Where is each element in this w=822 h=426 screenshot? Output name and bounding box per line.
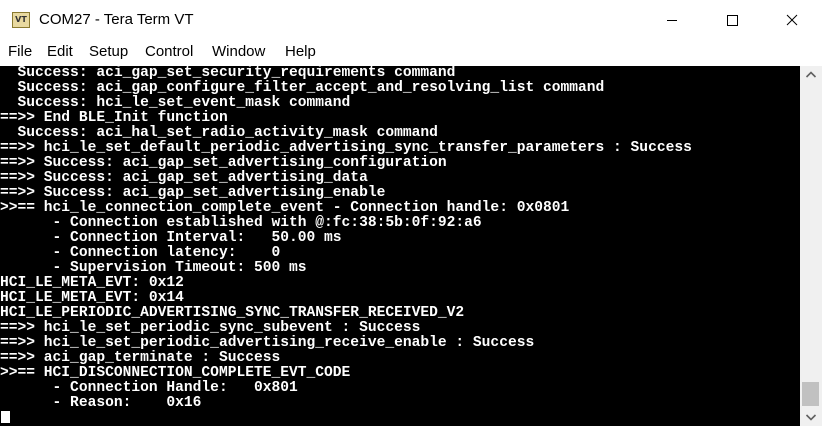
terminal-line: ==>> End BLE_Init function — [0, 110, 228, 126]
tera-term-window: VT COM27 - Tera Term VT File Edit Setup … — [0, 0, 822, 426]
terminal-output[interactable]: Success: aci_gap_set_security_requiremen… — [0, 66, 800, 426]
terminal-line: - Supervision Timeout: 500 ms — [0, 260, 307, 276]
terminal-line: Success: aci_gap_configure_filter_accept… — [0, 80, 605, 96]
terminal-line: - Connection Interval: 50.00 ms — [0, 230, 342, 246]
terminal-line: Success: aci_gap_set_security_requiremen… — [0, 66, 456, 81]
menu-bar: File Edit Setup Control Window Help — [0, 40, 822, 64]
vertical-scrollbar[interactable] — [800, 66, 822, 426]
maximize-button[interactable] — [702, 0, 762, 40]
terminal-line: Success: aci_hal_set_radio_activity_mask… — [0, 125, 438, 141]
menu-file[interactable]: File — [8, 43, 32, 61]
menu-control[interactable]: Control — [145, 43, 193, 61]
scrollbar-thumb[interactable] — [802, 382, 819, 406]
terminal-line: ==>> Success: aci_gap_set_advertising_en… — [0, 185, 386, 201]
terminal-line: >>== hci_le_connection_complete_event - … — [0, 200, 570, 216]
title-bar[interactable]: VT COM27 - Tera Term VT — [0, 0, 822, 40]
terminal-line: ==>> aci_gap_terminate : Success — [0, 350, 281, 366]
close-icon — [786, 14, 798, 26]
terminal-line: ==>> hci_le_set_periodic_sync_subevent :… — [0, 320, 421, 336]
window-title: COM27 - Tera Term VT — [39, 11, 194, 28]
terminal-line: ==>> hci_le_set_default_periodic_adverti… — [0, 140, 692, 156]
terminal-line: >>== HCI_DISCONNECTION_COMPLETE_EVT_CODE — [0, 365, 351, 381]
scroll-down-button[interactable] — [800, 409, 822, 426]
menu-edit[interactable]: Edit — [47, 43, 73, 61]
terminal-line: HCI_LE_META_EVT: 0x12 — [0, 275, 184, 291]
terminal-line: - Reason: 0x16 — [0, 395, 202, 411]
terminal-line: HCI_LE_META_EVT: 0x14 — [0, 290, 184, 306]
terminal-line: - Connection latency: 0 — [0, 245, 281, 261]
maximize-icon — [727, 15, 738, 26]
terminal-line: ==>> Success: aci_gap_set_advertising_da… — [0, 170, 368, 186]
scroll-up-button[interactable] — [800, 66, 822, 83]
menu-setup[interactable]: Setup — [89, 43, 128, 61]
menu-window[interactable]: Window — [212, 43, 265, 61]
tera-term-app-icon[interactable]: VT — [12, 12, 30, 28]
minimize-button[interactable] — [642, 0, 702, 40]
terminal-line: ==>> Success: aci_gap_set_advertising_co… — [0, 155, 447, 171]
terminal-cursor — [1, 411, 10, 423]
terminal-line: ==>> hci_le_set_periodic_advertising_rec… — [0, 335, 535, 351]
terminal-line: - Connection Handle: 0x801 — [0, 380, 298, 396]
minimize-icon — [667, 20, 677, 21]
terminal-line: Success: hci_le_set_event_mask command — [0, 95, 351, 111]
terminal-line: HCI_LE_PERIODIC_ADVERTISING_SYNC_TRANSFE… — [0, 305, 465, 321]
scroll-down-arrow-icon — [805, 414, 817, 421]
close-button[interactable] — [762, 0, 822, 40]
terminal-line: - Connection established with @:fc:38:5b… — [0, 215, 482, 231]
menu-help[interactable]: Help — [285, 43, 316, 61]
scroll-up-arrow-icon — [805, 71, 817, 78]
